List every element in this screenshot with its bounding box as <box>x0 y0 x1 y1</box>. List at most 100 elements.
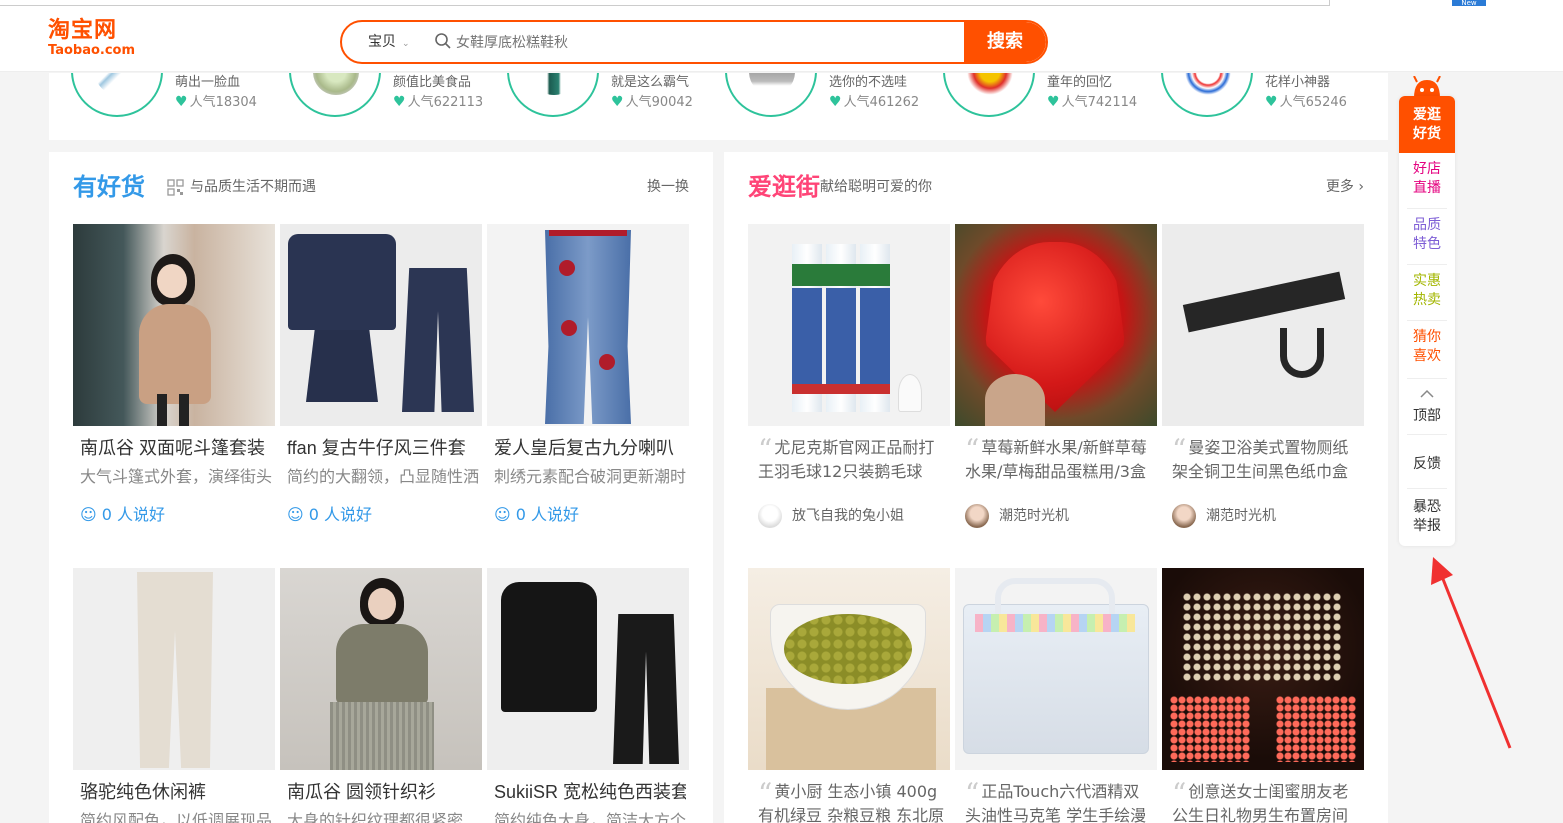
sidebar-item-deals[interactable]: 实惠 热卖 <box>1399 272 1455 310</box>
topic-card[interactable]: 花样小神器 ♥ 人气65246 <box>1161 73 1371 135</box>
hot-line1: 爱逛 <box>1413 107 1441 123</box>
product-desc: 简约纯色大身，简洁大方个 <box>494 811 686 823</box>
sidebar-hot-button[interactable]: 爱逛 好货 <box>1399 96 1455 153</box>
divider <box>1407 208 1447 209</box>
product-image <box>487 568 689 770</box>
product-image <box>280 224 482 426</box>
nav-line1: 好店 <box>1413 161 1441 177</box>
post-quote: “曼姿卫浴美式置物厕纸架全铜卫生间黑色纸巾盒浴 <box>1172 436 1362 484</box>
heart-icon: ♥ <box>829 94 842 110</box>
post-quote-text: 曼姿卫浴美式置物厕纸架全铜卫生间黑色纸巾盒浴 <box>1172 438 1349 481</box>
topic-title: 就是这么霸气 <box>611 75 690 90</box>
topic-card[interactable]: 就是这么霸气 ♥ 人气90042 <box>507 73 717 135</box>
right-sidebar: 爱逛 好货 好店 直播 品质特色 实惠 热卖 猜你 喜欢 顶部 反馈 暴恐 举报 <box>1399 76 1455 546</box>
post-image <box>748 568 950 770</box>
heart-icon: ♥ <box>1047 94 1060 110</box>
feedback-button[interactable]: 反馈 <box>1399 455 1455 474</box>
product-name: 南瓜谷 圆领针织衫 <box>287 782 437 802</box>
topic-card[interactable]: 童年的回忆 ♥ 人气742114 <box>943 73 1153 135</box>
topic-popularity: ♥ 人气65246 <box>1265 91 1347 110</box>
search-icon <box>435 33 451 49</box>
nav-line2: 喜欢 <box>1413 348 1441 364</box>
post-quote-text: 尤尼克斯官网正品耐打王羽毛球12只装鹅毛球AS9 <box>758 438 935 481</box>
chrome-edge <box>0 0 1330 6</box>
user-name: 潮范时光机 <box>1206 508 1276 524</box>
heart-icon: ♥ <box>175 94 188 110</box>
sidebar-item-shop-live[interactable]: 好店 直播 <box>1399 160 1455 198</box>
product-image <box>280 568 482 770</box>
aiguangjie-brand[interactable]: 爱逛街 <box>748 172 820 202</box>
product-name: 骆驼纯色休闲裤 <box>80 782 206 802</box>
topic-image <box>725 73 817 117</box>
topic-title: 花样小神器 <box>1265 75 1331 90</box>
product-name: 南瓜谷 双面呢斗篷套装 <box>80 438 265 458</box>
topic-popularity: ♥ 人气742114 <box>1047 91 1137 110</box>
new-badge[interactable]: New <box>1452 0 1486 6</box>
avatar <box>965 504 989 528</box>
likes-count: 0 人说好 <box>515 505 580 524</box>
youhaohuo-header: 有好货 与品质生活不期而遇 换一换 <box>49 152 713 224</box>
post-quote: “黄小厨 生态小镇 400g有机绿豆 杂粮豆粮 东北原 <box>758 780 948 823</box>
chevron-down-icon: ⌄ <box>402 39 410 49</box>
topic-image <box>943 73 1035 117</box>
topic-card[interactable]: 萌出一脸血 ♥ 人气18304 <box>71 73 281 135</box>
search-scope-select[interactable]: 宝贝 ⌄ <box>352 22 422 62</box>
nav-line1: 品质 <box>1413 217 1441 233</box>
youhaohuo-brand[interactable]: 有好货 <box>73 172 145 202</box>
likes-link[interactable]: ☺ 0 人说好 <box>287 504 372 526</box>
product-image <box>73 224 275 426</box>
topic-card[interactable]: 颜值比美食品 ♥ 人气622113 <box>289 73 499 135</box>
topic-popularity: ♥ 人气90042 <box>611 91 693 110</box>
likes-count: 0 人说好 <box>308 505 373 524</box>
topic-image <box>71 73 163 117</box>
search-input[interactable] <box>456 26 906 58</box>
chevron-up-icon <box>1420 389 1434 398</box>
likes-link[interactable]: ☺ 0 人说好 <box>494 504 579 526</box>
mascot-icon <box>1413 76 1441 98</box>
popularity-value: 人气18304 <box>189 95 257 110</box>
post-quote: “创意送女士闺蜜朋友老公生日礼物男生布置房间惊 <box>1172 780 1362 823</box>
popularity-value: 人气90042 <box>625 95 693 110</box>
more-link[interactable]: 更多 › <box>1326 179 1364 196</box>
search-bar: 宝贝 ⌄ 搜索 <box>340 20 1048 64</box>
avatar <box>758 504 782 528</box>
post-image <box>955 568 1157 770</box>
post-quote: “正品Touch六代酒精双头油性马克笔 学生手绘漫画 <box>965 780 1155 823</box>
search-button[interactable]: 搜索 <box>964 22 1046 62</box>
back-to-top-button[interactable]: 顶部 <box>1399 407 1455 426</box>
likes-link[interactable]: ☺ 0 人说好 <box>80 504 165 526</box>
product-name: SukiiSR 宽松纯色西装套 <box>494 782 686 802</box>
divider <box>1407 320 1447 321</box>
topic-card[interactable]: 选你的不选哇 ♥ 人气461262 <box>725 73 935 135</box>
popularity-value: 人气65246 <box>1279 95 1347 110</box>
product-image <box>487 224 689 426</box>
topic-title: 颜值比美食品 <box>393 75 472 90</box>
topic-popularity: ♥ 人气18304 <box>175 91 257 110</box>
topic-title: 选你的不选哇 <box>829 75 908 90</box>
site-header: 淘宝网 Taobao.com 宝贝 ⌄ 搜索 <box>0 12 1563 72</box>
taobao-logo[interactable]: 淘宝网 Taobao.com <box>48 18 148 64</box>
topic-title: 童年的回忆 <box>1047 75 1113 90</box>
post-quote-text: 创意送女士闺蜜朋友老公生日礼物男生布置房间惊 <box>1172 782 1349 823</box>
post-image <box>955 224 1157 426</box>
more-label: 更多 <box>1325 179 1354 195</box>
post-image <box>1162 568 1364 770</box>
report-button[interactable]: 暴恐 举报 <box>1399 498 1455 536</box>
sidebar-item-guess-you-like[interactable]: 猜你 喜欢 <box>1399 328 1455 366</box>
aiguangjie-header: 爱逛街 献给聪明可爱的你 更多 › <box>724 152 1388 224</box>
nav-line2: 特色 <box>1413 236 1441 252</box>
sidebar-item-quality[interactable]: 品质 特色 <box>1399 216 1455 254</box>
annotation-arrow <box>1431 557 1512 749</box>
qr-code-icon[interactable] <box>167 179 184 196</box>
topic-popularity: ♥ 人气461262 <box>829 91 919 110</box>
aiguangjie-subtitle: 献给聪明可爱的你 <box>820 179 932 195</box>
popularity-value: 人气622113 <box>407 95 484 110</box>
divider <box>1407 488 1447 489</box>
youhaohuo-panel: 有好货 与品质生活不期而遇 换一换 南瓜谷 双面呢斗篷套装 大气斗篷式外套，演绎… <box>49 152 713 823</box>
avatar <box>1172 504 1196 528</box>
logo-english: Taobao.com <box>48 43 136 58</box>
divider <box>1407 264 1447 265</box>
refresh-button[interactable]: 换一换 <box>647 179 689 196</box>
report-line2: 举报 <box>1413 518 1441 534</box>
popularity-value: 人气461262 <box>843 95 920 110</box>
